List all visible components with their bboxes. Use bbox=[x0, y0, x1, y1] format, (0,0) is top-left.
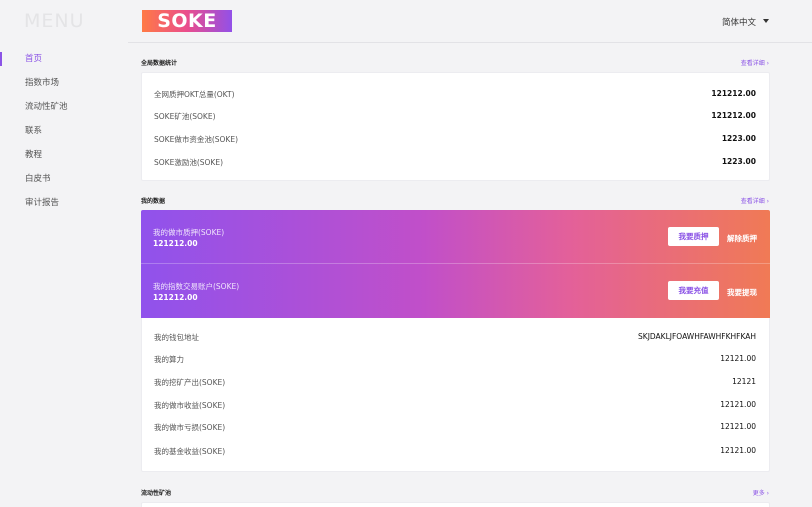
sidebar-item-home[interactable]: 首页 bbox=[0, 49, 128, 69]
detail-value: 12121.00 bbox=[720, 446, 756, 455]
withdraw-link[interactable]: 我要提现 bbox=[727, 287, 757, 298]
my-data-details-card: 我的钱包地址 SKJDAKLJFOAWHFAWHFKHFKAH 我的算力 121… bbox=[141, 318, 770, 472]
stat-row: SOKE矿池(SOKE) 121212.00 bbox=[154, 111, 756, 122]
index-account-value: 121212.00 bbox=[153, 293, 198, 302]
pledge-label: 我的做市质押(SOKE) bbox=[153, 228, 225, 237]
detail-value: 12121.00 bbox=[720, 354, 756, 363]
detail-label: 我的做市亏损(SOKE) bbox=[154, 423, 226, 432]
detail-row: 我的钱包地址 SKJDAKLJFOAWHFAWHFKHFKAH bbox=[154, 332, 756, 343]
detail-row: 我的基金收益(SOKE) 12121.00 bbox=[154, 446, 756, 457]
detail-label: 我的挖矿产出(SOKE) bbox=[154, 378, 226, 387]
detail-value: 12121.00 bbox=[720, 422, 756, 431]
stat-row: SOKE做市资金池(SOKE) 1223.00 bbox=[154, 134, 756, 145]
sidebar-item-liquidity-pool[interactable]: 流动性矿池 bbox=[0, 97, 128, 117]
stat-label: SOKE做市资金池(SOKE) bbox=[154, 135, 238, 144]
menu-title: MENU bbox=[24, 10, 85, 32]
detail-value: 12121.00 bbox=[720, 400, 756, 409]
index-account-label: 我的指数交易账户(SOKE) bbox=[153, 282, 240, 291]
global-stats-card: 全网质押OKT总量(OKT) 121212.00 SOKE矿池(SOKE) 12… bbox=[141, 72, 770, 181]
stat-value: 1223.00 bbox=[721, 134, 756, 143]
top-header: SOKE 简体中文 bbox=[128, 0, 812, 43]
soke-logo[interactable]: SOKE bbox=[142, 10, 232, 32]
panel-divider bbox=[141, 263, 770, 264]
deposit-button[interactable]: 我要充值 bbox=[668, 281, 719, 300]
detail-row: 我的做市亏损(SOKE) 12121.00 bbox=[154, 422, 756, 433]
global-stats-title: 全局数据统计 bbox=[141, 60, 178, 67]
sidebar-item-tutorial[interactable]: 教程 bbox=[0, 145, 128, 165]
sidebar-item-index-market[interactable]: 指数市场 bbox=[0, 73, 128, 93]
my-data-gradient-panel: 我的做市质押(SOKE) 121212.00 我要质押 解除质押 我的指数交易账… bbox=[141, 210, 770, 318]
detail-row: 我的做市收益(SOKE) 12121.00 bbox=[154, 400, 756, 411]
detail-value: 12121 bbox=[732, 377, 756, 386]
detail-row: 我的挖矿产出(SOKE) 12121 bbox=[154, 377, 756, 388]
detail-label: 我的算力 bbox=[154, 355, 184, 364]
liquidity-pool-more-link[interactable]: 更多 › bbox=[753, 488, 769, 497]
stat-label: SOKE激励池(SOKE) bbox=[154, 158, 223, 167]
stat-label: SOKE矿池(SOKE) bbox=[154, 112, 216, 121]
detail-label: 我的钱包地址 bbox=[154, 333, 199, 342]
sidebar-item-contact[interactable]: 联系 bbox=[0, 121, 128, 141]
logo-text: SOKE bbox=[157, 10, 217, 32]
stat-row: SOKE激励池(SOKE) 1223.00 bbox=[154, 157, 756, 168]
liquidity-pool-card bbox=[141, 502, 770, 507]
language-selector[interactable]: 简体中文 bbox=[722, 16, 756, 28]
detail-label: 我的做市收益(SOKE) bbox=[154, 401, 226, 410]
detail-label: 我的基金收益(SOKE) bbox=[154, 447, 226, 456]
detail-row: 我的算力 12121.00 bbox=[154, 354, 756, 365]
unpledge-link[interactable]: 解除质押 bbox=[727, 233, 757, 244]
chevron-down-icon[interactable] bbox=[763, 19, 769, 23]
global-stats-detail-link[interactable]: 查看详细 › bbox=[741, 58, 769, 67]
liquidity-pool-title: 流动性矿池 bbox=[141, 490, 172, 497]
pledge-value: 121212.00 bbox=[153, 239, 198, 248]
stat-row: 全网质押OKT总量(OKT) 121212.00 bbox=[154, 89, 756, 100]
stat-label: 全网质押OKT总量(OKT) bbox=[154, 90, 235, 99]
stat-value: 121212.00 bbox=[711, 111, 756, 120]
my-data-detail-link[interactable]: 查看详细 › bbox=[741, 196, 769, 205]
pledge-button[interactable]: 我要质押 bbox=[668, 227, 719, 246]
sidebar-item-whitepaper[interactable]: 白皮书 bbox=[0, 169, 128, 189]
my-data-title: 我的数据 bbox=[141, 198, 166, 205]
stat-value: 121212.00 bbox=[711, 89, 756, 98]
stat-value: 1223.00 bbox=[721, 157, 756, 166]
sidebar-item-audit-report[interactable]: 审计报告 bbox=[0, 193, 128, 213]
wallet-address: SKJDAKLJFOAWHFAWHFKHFKAH bbox=[638, 332, 756, 341]
sidebar: MENU 首页 指数市场 流动性矿池 联系 教程 白皮书 审计报告 bbox=[0, 0, 128, 507]
